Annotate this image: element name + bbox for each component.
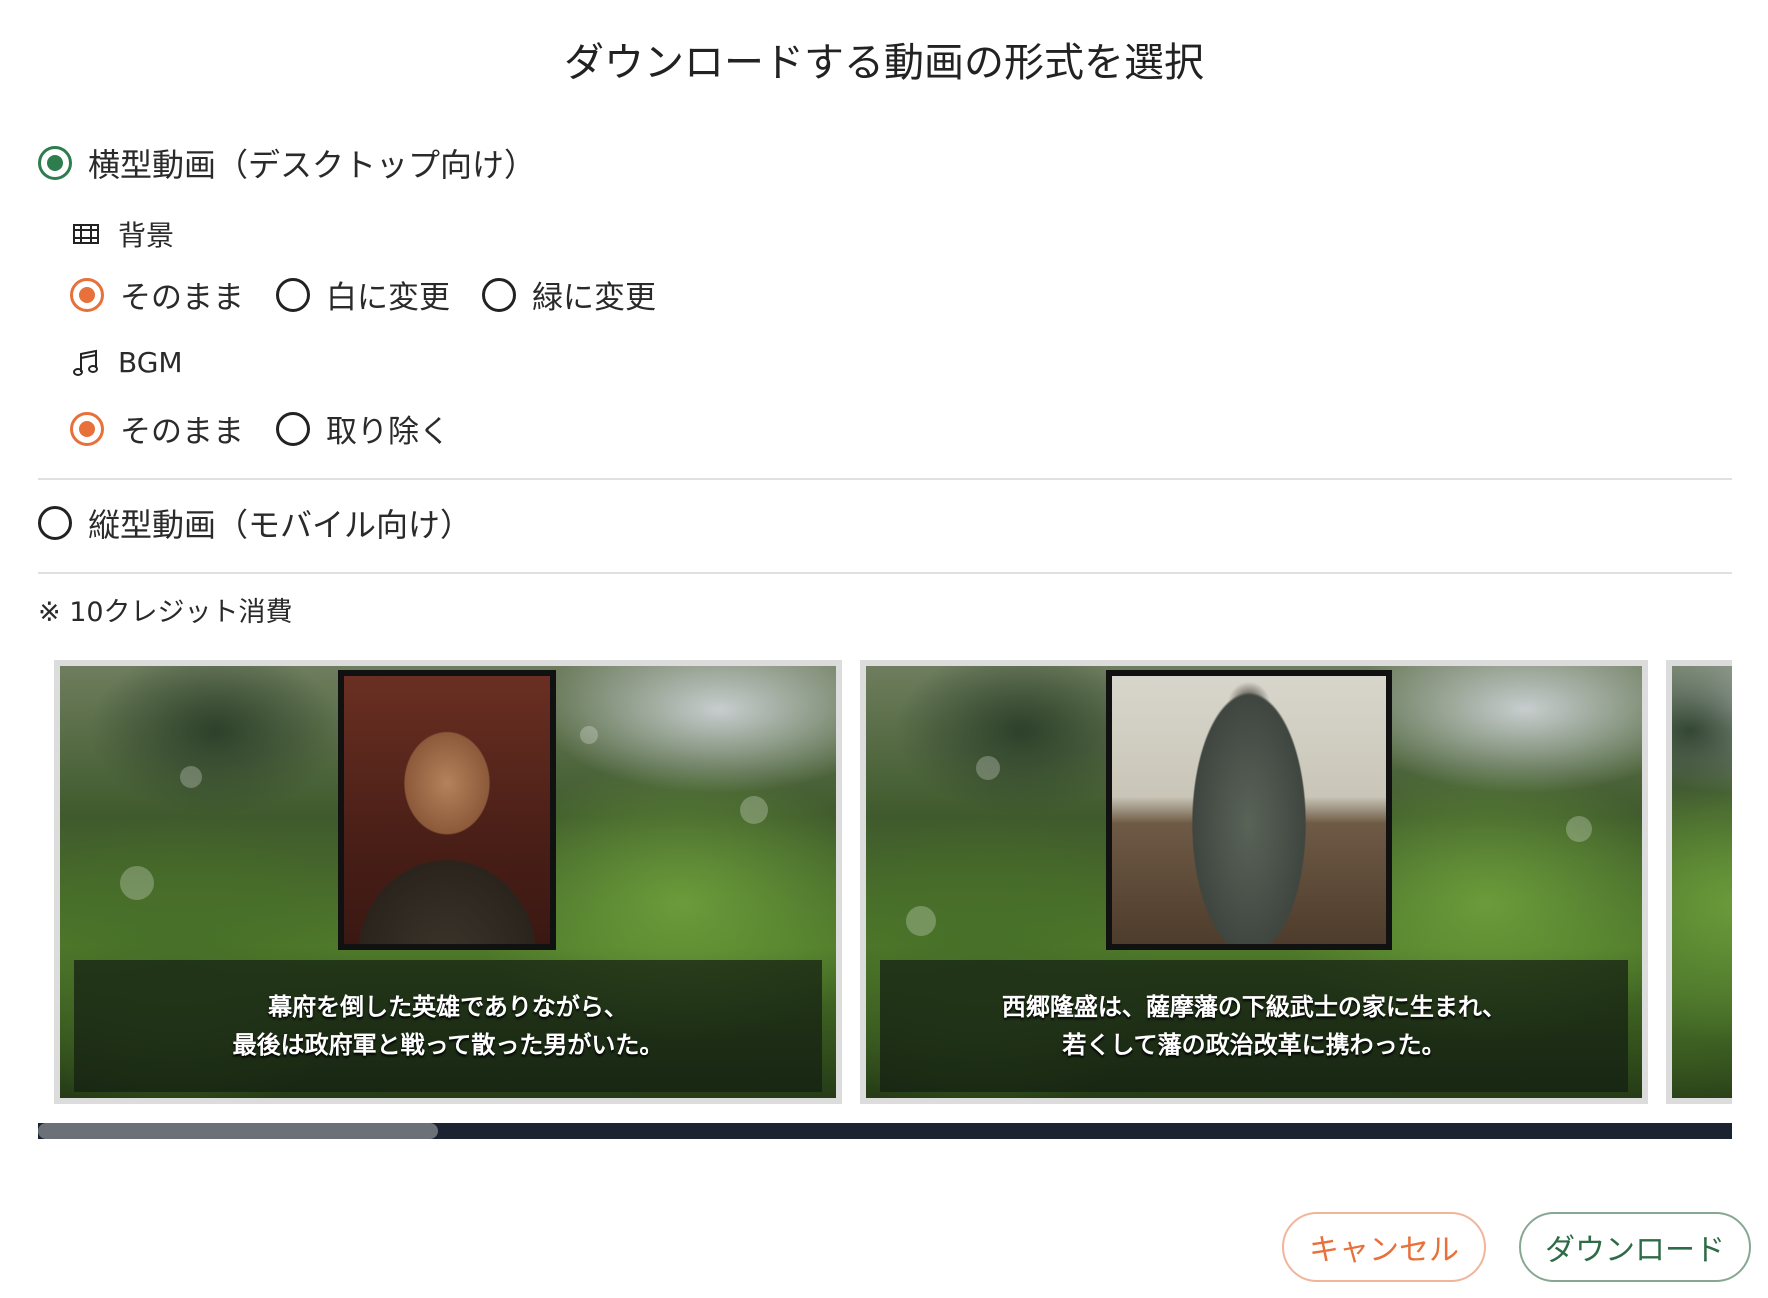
bgm-option-keep[interactable]: そのまま <box>70 406 244 451</box>
divider <box>38 572 1732 574</box>
cancel-button[interactable]: キャンセル <box>1282 1212 1486 1282</box>
music-note-icon <box>73 349 98 376</box>
bgm-option-remove[interactable]: 取り除く <box>276 406 450 451</box>
portrait-image <box>338 670 556 950</box>
carousel-scrollbar[interactable] <box>38 1123 1732 1139</box>
caption-line: 最後は政府軍と戦って散った男がいた。 <box>232 1031 664 1059</box>
scrollbar-thumb[interactable] <box>38 1123 438 1139</box>
bgm-heading: BGM <box>72 346 183 379</box>
background-green-radio[interactable] <box>482 277 516 312</box>
vertical-radio[interactable] <box>38 506 72 540</box>
background-heading-label: 背景 <box>118 219 175 252</box>
divider <box>38 478 1732 480</box>
samurai-image <box>1106 670 1392 950</box>
caption-line: 幕府を倒した英雄でありながら、 <box>268 993 628 1021</box>
caption-line: 西郷隆盛は、薩摩藩の下級武士の家に生まれ、 <box>1001 993 1507 1021</box>
slide-caption: 幕府を倒した英雄でありながら、 最後は政府軍と戦って散った男がいた。 <box>74 960 822 1092</box>
preview-slide-3-partial <box>1666 660 1732 1104</box>
background-keep-radio[interactable] <box>70 277 104 312</box>
format-option-horizontal[interactable]: 横型動画（デスクトップ向け） <box>38 140 536 186</box>
format-option-vertical[interactable]: 縦型動画（モバイル向け） <box>38 500 472 546</box>
preview-slide-2: 西郷隆盛は、薩摩藩の下級武士の家に生まれ、 若くして藩の政治改革に携わった。 <box>860 660 1648 1104</box>
background-green-label: 緑に変更 <box>532 280 656 316</box>
bgm-heading-label: BGM <box>118 346 183 379</box>
preview-carousel[interactable]: 幕府を倒した英雄でありながら、 最後は政府軍と戦って散った男がいた。 西郷隆盛は… <box>38 660 1732 1106</box>
background-heading: 背景 <box>72 214 174 254</box>
background-option-white[interactable]: 白に変更 <box>276 272 450 317</box>
dialog-title: ダウンロードする動画の形式を選択 <box>564 40 1204 86</box>
background-option-keep[interactable]: そのまま <box>70 272 244 317</box>
background-options: そのまま 白に変更 緑に変更 <box>70 272 688 317</box>
background-white-label: 白に変更 <box>326 280 450 316</box>
bgm-remove-radio[interactable] <box>276 411 310 446</box>
download-button[interactable]: ダウンロード <box>1519 1212 1751 1282</box>
background-white-radio[interactable] <box>276 277 310 312</box>
preview-slide-1: 幕府を倒した英雄でありながら、 最後は政府軍と戦って散った男がいた。 <box>54 660 842 1104</box>
grass-background-image <box>1672 666 1732 1098</box>
vertical-label: 縦型動画（モバイル向け） <box>88 506 473 544</box>
background-option-green[interactable]: 緑に変更 <box>482 272 656 317</box>
bgm-keep-radio[interactable] <box>70 411 104 446</box>
horizontal-label: 横型動画（デスクトップ向け） <box>88 146 537 184</box>
background-keep-label: そのまま <box>120 280 244 316</box>
bgm-keep-label: そのまま <box>120 414 244 450</box>
bgm-options: そのまま 取り除く <box>70 406 482 451</box>
film-icon <box>73 224 99 244</box>
credit-note: ※ 10クレジット消費 <box>38 597 293 628</box>
caption-line: 若くして藩の政治改革に携わった。 <box>1062 1031 1446 1059</box>
bgm-remove-label: 取り除く <box>326 414 450 450</box>
horizontal-radio[interactable] <box>38 146 72 180</box>
slide-caption: 西郷隆盛は、薩摩藩の下級武士の家に生まれ、 若くして藩の政治改革に携わった。 <box>880 960 1628 1092</box>
